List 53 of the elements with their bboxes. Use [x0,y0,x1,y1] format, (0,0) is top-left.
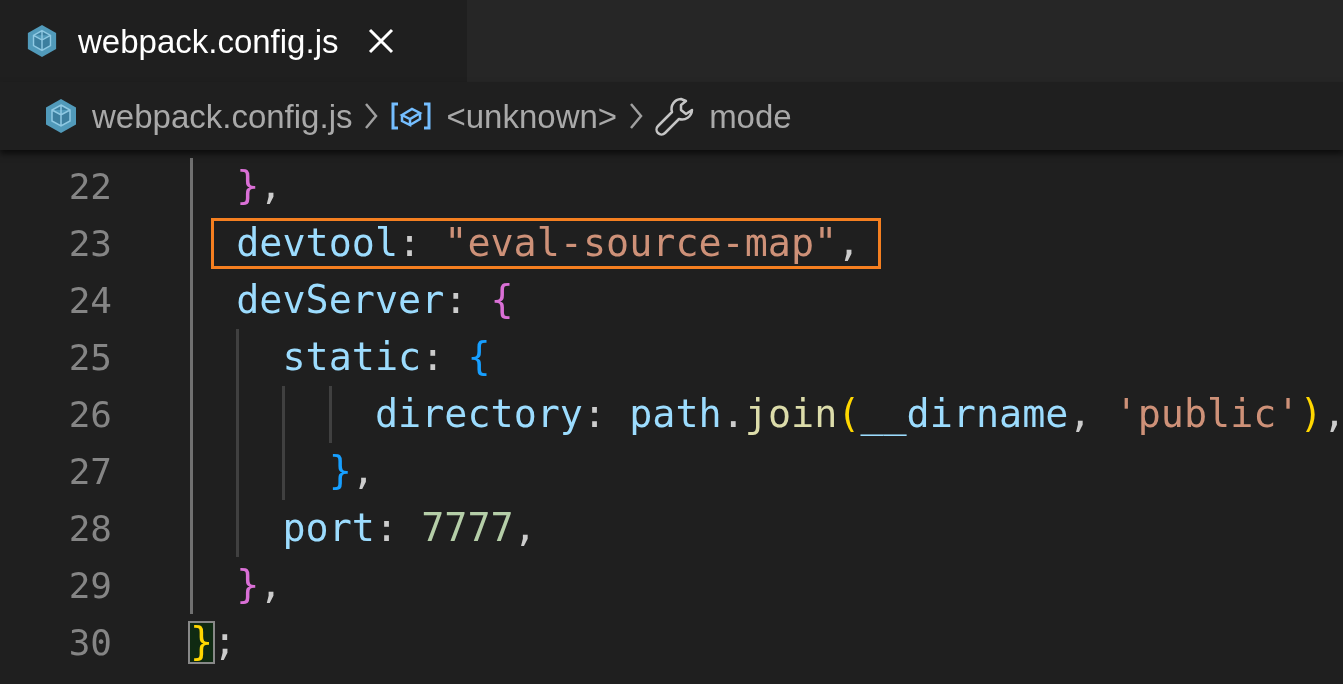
line-number: 27 [67,453,112,490]
code-token: __dirname [860,395,1069,434]
code-token: } [190,623,214,662]
close-icon[interactable] [368,28,395,54]
code-token: , [837,224,861,263]
chevron-right-icon [629,102,644,130]
line-number: 26 [67,396,112,433]
line-number: 29 [67,567,112,604]
code-token: path [629,395,722,434]
code-token: ) [1299,395,1323,434]
code-token: , [513,509,537,548]
code-token: } [236,167,260,206]
cube-icon [26,23,58,59]
code-token: : [583,395,608,434]
code-token: : [421,338,446,377]
code-token: ; [213,623,237,662]
code-token: static [282,338,422,377]
code-token: ( [837,395,861,434]
code-token: directory [374,395,583,434]
cube-icon [44,98,78,134]
code-token: join [744,395,838,434]
chevron-right-icon [364,102,379,130]
code-token: : [398,224,423,263]
brackets-cube-icon [390,101,433,131]
code-token: } [328,452,352,491]
line-number: 24 [67,282,112,319]
code-token: { [490,281,514,320]
code-token: 7777 [421,509,514,548]
code-token: : [374,509,400,548]
code-token: devServer [236,281,445,320]
code-token: , [259,566,283,605]
code-token: } [236,566,260,605]
line-number: 22 [67,168,112,205]
breadcrumb-item[interactable]: <unknown> [390,99,618,133]
breadcrumb-item[interactable]: webpack.config.js [44,98,353,134]
line-number: 30 [67,624,112,661]
code-token: devtool [236,224,399,263]
wrench-icon [655,96,696,136]
code-token: { [467,338,491,377]
line-number: 23 [67,225,112,262]
code-token: : [444,281,469,320]
breadcrumb-item[interactable]: mode [655,96,792,136]
code-token: , [259,167,283,206]
code-token: "eval-source-map" [444,224,838,263]
line-number: 25 [67,339,112,376]
code-token: port [282,509,375,548]
code-token: , [1322,395,1343,434]
line-number: 28 [67,510,112,547]
code-token: , [351,452,375,491]
code-token: 'public' [1114,395,1300,434]
code-token: , [1068,395,1093,434]
editor-tab[interactable]: webpack.config.js [0,0,467,82]
code-token: . [721,395,745,434]
